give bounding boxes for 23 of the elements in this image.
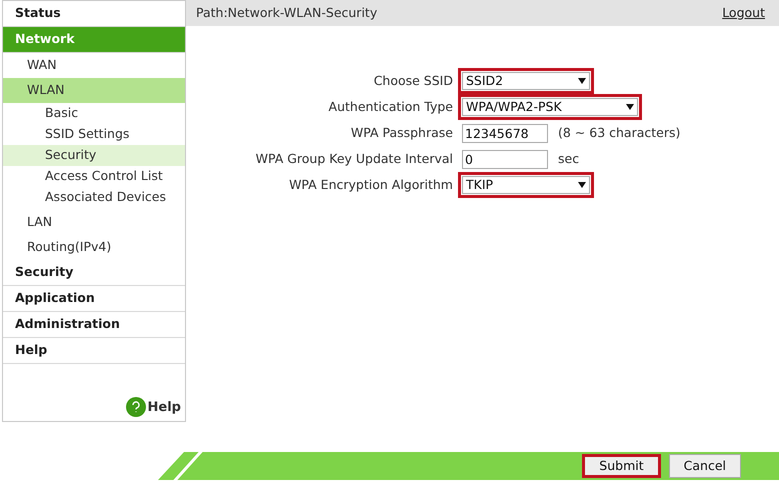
action-button[interactable]: Cancel (668, 454, 741, 478)
dropdown[interactable]: SSID2 (462, 72, 590, 90)
action-button[interactable]: Submit (582, 454, 661, 478)
field-hint: sec (558, 150, 580, 168)
field-label: Choose SSID (372, 72, 454, 90)
help-link[interactable]: Help (126, 397, 181, 417)
field-label: WPA Passphrase (350, 124, 454, 142)
help-icon (126, 397, 146, 417)
field-label: Authentication Type (328, 98, 454, 116)
dropdown[interactable]: WPA/WPA2-PSK (462, 98, 638, 116)
input-field[interactable]: 0 (462, 150, 548, 169)
field-label: WPA Encryption Algorithm (288, 176, 454, 194)
menu-item[interactable]: WLAN (3, 78, 185, 103)
caret-icon (578, 78, 586, 84)
dropdown[interactable]: TKIP (462, 176, 590, 194)
breadcrumb-path: Path:Network-WLAN-Security (196, 4, 378, 22)
caret-icon (578, 182, 586, 188)
logout-link[interactable]: Logout (722, 4, 765, 22)
field-hint: (8 ~ 63 characters) (558, 124, 680, 142)
submenu-item[interactable]: Security (3, 145, 185, 166)
caret-icon (626, 104, 634, 110)
field-label: WPA Group Key Update Interval (254, 150, 454, 168)
input-field[interactable]: 12345678 (462, 124, 548, 143)
